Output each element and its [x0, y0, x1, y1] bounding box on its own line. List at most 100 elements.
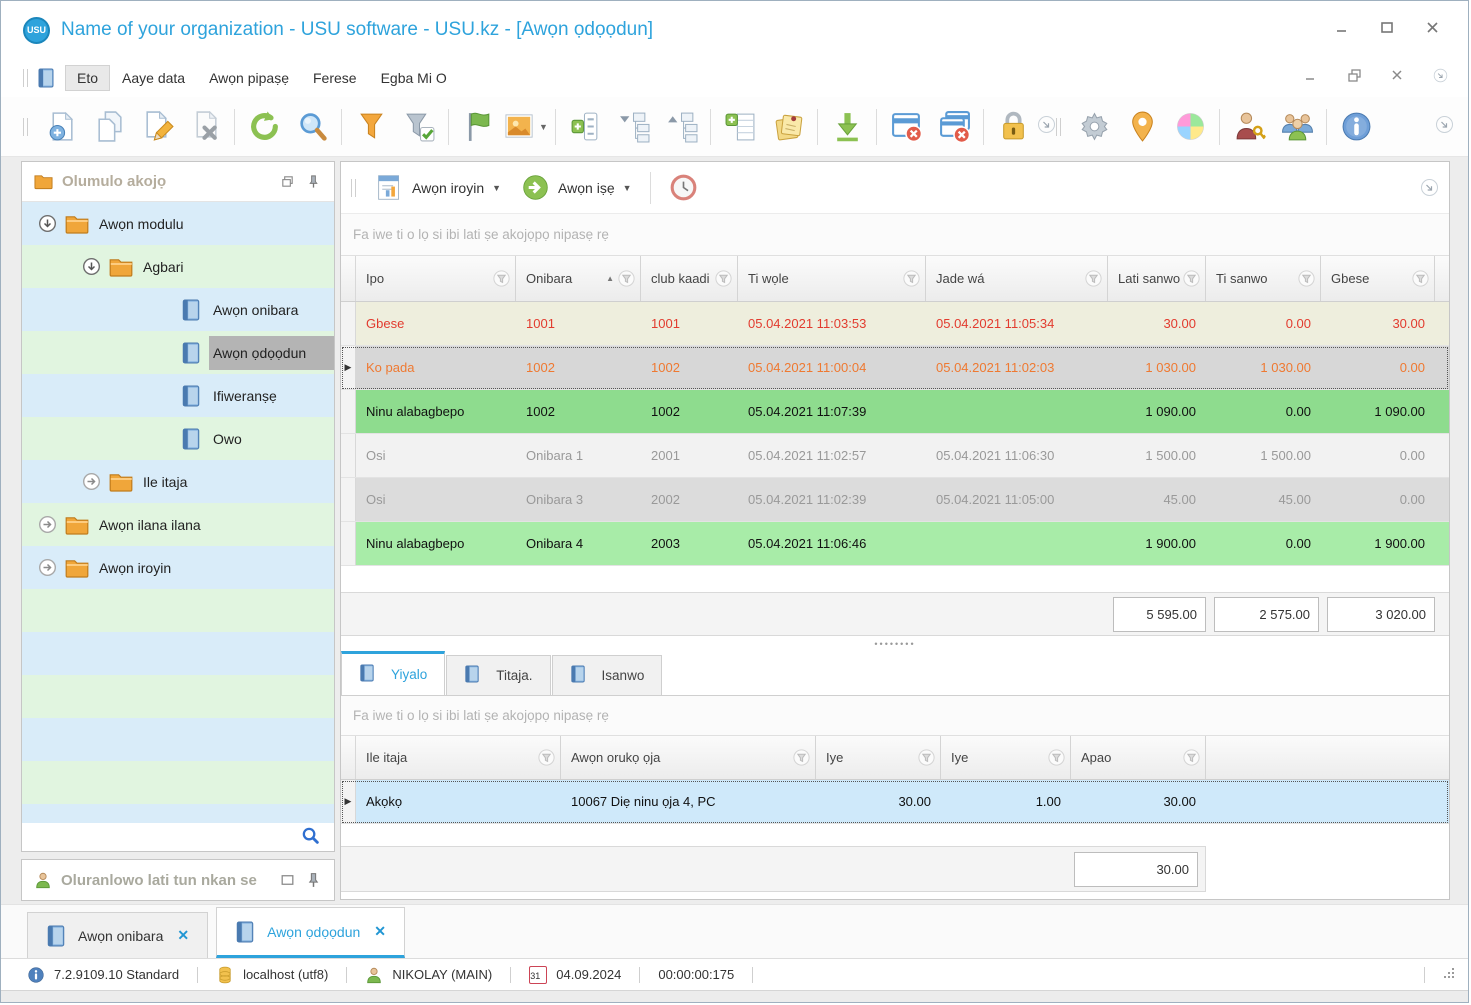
- table-cell[interactable]: 1.00: [941, 780, 1071, 823]
- assistant-panel-header[interactable]: Oluranlowo lati tun nkan se: [21, 859, 335, 901]
- table-cell[interactable]: Ninu alabagbepo: [356, 522, 516, 565]
- table-cell[interactable]: 05.04.2021 11:07:39: [738, 390, 926, 433]
- table-cell[interactable]: 0.00: [1206, 522, 1321, 565]
- horizontal-splitter[interactable]: ••••••••: [341, 636, 1449, 652]
- table-cell[interactable]: 05.04.2021 11:02:39: [738, 478, 926, 521]
- filter-funnel-icon[interactable]: [1412, 270, 1429, 287]
- resize-grip-icon[interactable]: [1443, 967, 1456, 983]
- info-button[interactable]: [1332, 103, 1380, 151]
- copy-document-button[interactable]: [85, 103, 133, 151]
- add-row-button[interactable]: [716, 103, 764, 151]
- document-tab-aw-n-d-dun[interactable]: Awọn ọdọọdun ✕: [216, 907, 406, 958]
- table-cell[interactable]: 2002: [641, 478, 738, 521]
- close-tab-icon[interactable]: ✕: [177, 927, 189, 944]
- table-row-2[interactable]: Ninu alabagbepo 1002 1002 05.04.2021 11:07:…: [341, 390, 1449, 434]
- table-cell[interactable]: 05.04.2021 11:06:30: [926, 434, 1108, 477]
- table-cell[interactable]: 1 090.00: [1108, 390, 1206, 433]
- lock-button[interactable]: [989, 103, 1037, 151]
- table-row-5[interactable]: Ninu alabagbepo Onibara 4 2003 05.04.2021 1…: [341, 522, 1449, 566]
- filter-funnel-icon[interactable]: [1048, 749, 1065, 766]
- table-cell[interactable]: 1002: [516, 390, 641, 433]
- notes-button[interactable]: [764, 103, 812, 151]
- table-row-0[interactable]: Gbese 1001 1001 05.04.2021 11:03:53 05.04.20…: [341, 302, 1449, 346]
- column-header-apao-4[interactable]: Apao: [1071, 736, 1206, 779]
- column-header-iye-3[interactable]: Iye: [941, 736, 1071, 779]
- panel-pin-icon[interactable]: [305, 173, 322, 190]
- new-document-button[interactable]: [37, 103, 85, 151]
- actions-dropdown-button[interactable]: Awọn iṣẹ ▼: [511, 167, 641, 208]
- tree-node-aw-n-ilana-ilana[interactable]: Awọn ilana ilana: [22, 503, 334, 546]
- table-cell[interactable]: [926, 390, 1108, 433]
- detail-tab-yiyalo[interactable]: Yiyalo: [341, 651, 446, 695]
- close-icon[interactable]: [1425, 20, 1440, 40]
- close-window-button[interactable]: [882, 103, 930, 151]
- table-cell[interactable]: 1002: [641, 390, 738, 433]
- tree-node-ifiweran[interactable]: Ifiweranṣẹ: [22, 374, 334, 417]
- toolbar-overflow-icon[interactable]: [1037, 115, 1056, 139]
- column-header-gbese-7[interactable]: Gbese: [1321, 256, 1435, 301]
- table-cell[interactable]: 1 030.00: [1108, 346, 1206, 389]
- table-row-0[interactable]: ▶ Akọkọ 10067 Diẹ ninu ọja 4, PC 30.00 1.00 3…: [341, 780, 1449, 824]
- column-header-club-kaadi-2[interactable]: club kaadi: [641, 256, 738, 301]
- column-header-ti-sanwo-6[interactable]: Ti sanwo: [1206, 256, 1321, 301]
- column-header-ti-w-le-3[interactable]: Ti wọle: [738, 256, 926, 301]
- column-header-ile-itaja-0[interactable]: Ile itaja: [356, 736, 561, 779]
- tree-node-ile-itaja[interactable]: Ile itaja: [22, 460, 334, 503]
- settings-gear-button[interactable]: [1070, 103, 1118, 151]
- table-cell[interactable]: Osi: [356, 434, 516, 477]
- table-cell[interactable]: 0.00: [1206, 302, 1321, 345]
- panel-restore-icon[interactable]: [279, 173, 296, 190]
- table-cell[interactable]: Ko pada: [356, 346, 516, 389]
- table-cell[interactable]: 1001: [641, 302, 738, 345]
- filter-funnel-icon[interactable]: [493, 270, 510, 287]
- close-all-windows-button[interactable]: [930, 103, 978, 151]
- expander-expanded-icon[interactable]: [38, 214, 57, 233]
- mdi-restore-icon[interactable]: [1347, 68, 1362, 88]
- column-header-aw-n-oruk-ja-1[interactable]: Awọn orukọ ọja: [561, 736, 816, 779]
- table-cell[interactable]: 2003: [641, 522, 738, 565]
- expander-collapsed-icon[interactable]: [82, 472, 101, 491]
- record-toolbar-overflow-icon[interactable]: [1420, 178, 1439, 202]
- table-cell[interactable]: 1002: [516, 346, 641, 389]
- table-cell[interactable]: [926, 522, 1108, 565]
- assistant-pin-icon[interactable]: [305, 872, 322, 889]
- table-cell[interactable]: 1 090.00: [1321, 390, 1435, 433]
- table-row-3[interactable]: Osi Onibara 1 2001 05.04.2021 11:02:57 05.04…: [341, 434, 1449, 478]
- table-cell[interactable]: 1 500.00: [1206, 434, 1321, 477]
- flag-button[interactable]: [454, 103, 502, 151]
- table-cell[interactable]: 1 900.00: [1108, 522, 1206, 565]
- expander-collapsed-icon[interactable]: [38, 515, 57, 534]
- mdi-close-icon[interactable]: [1390, 68, 1405, 88]
- table-cell[interactable]: 45.00: [1206, 478, 1321, 521]
- filter-funnel-icon[interactable]: [715, 270, 732, 287]
- filter-funnel-icon[interactable]: [618, 270, 635, 287]
- table-cell[interactable]: Onibara 3: [516, 478, 641, 521]
- table-cell[interactable]: 30.00: [1071, 780, 1206, 823]
- table-cell[interactable]: 1001: [516, 302, 641, 345]
- filter-funnel-icon[interactable]: [1183, 749, 1200, 766]
- toolbar-grip-2[interactable]: [1056, 117, 1061, 136]
- filter-funnel-icon[interactable]: [918, 749, 935, 766]
- expander-collapsed-icon[interactable]: [38, 558, 57, 577]
- table-cell[interactable]: 2001: [641, 434, 738, 477]
- mdi-chevron-icon[interactable]: [1433, 68, 1448, 88]
- table-cell[interactable]: 1 030.00: [1206, 346, 1321, 389]
- filter-funnel-icon[interactable]: [1183, 270, 1200, 287]
- table-cell[interactable]: 05.04.2021 11:05:34: [926, 302, 1108, 345]
- menu-item-aaye-data[interactable]: Aaye data: [110, 65, 197, 91]
- refresh-button[interactable]: [240, 103, 288, 151]
- tree-node-aw-n-onibara[interactable]: Awọn onibara: [22, 288, 334, 331]
- table-row-1[interactable]: ▶ Ko pada 1002 1002 05.04.2021 11:00:04 05.04…: [341, 346, 1449, 390]
- user-group-button[interactable]: [1273, 103, 1321, 151]
- table-cell[interactable]: 1 900.00: [1321, 522, 1435, 565]
- column-header-onibara-1[interactable]: Onibara ▲: [516, 256, 641, 301]
- detail-tab-titaja[interactable]: Titaja.: [446, 655, 551, 695]
- table-row-4[interactable]: Osi Onibara 3 2002 05.04.2021 11:02:39 05.04…: [341, 478, 1449, 522]
- detail-tab-isanwo[interactable]: Isanwo: [551, 655, 663, 695]
- column-header-ipo-0[interactable]: Ipo: [356, 256, 516, 301]
- search-button[interactable]: [288, 103, 336, 151]
- edit-document-button[interactable]: [133, 103, 181, 151]
- column-header-iye-2[interactable]: Iye: [816, 736, 941, 779]
- tree-collapse-button[interactable]: [609, 103, 657, 151]
- column-header-lati-sanwo-5[interactable]: Lati sanwo: [1108, 256, 1206, 301]
